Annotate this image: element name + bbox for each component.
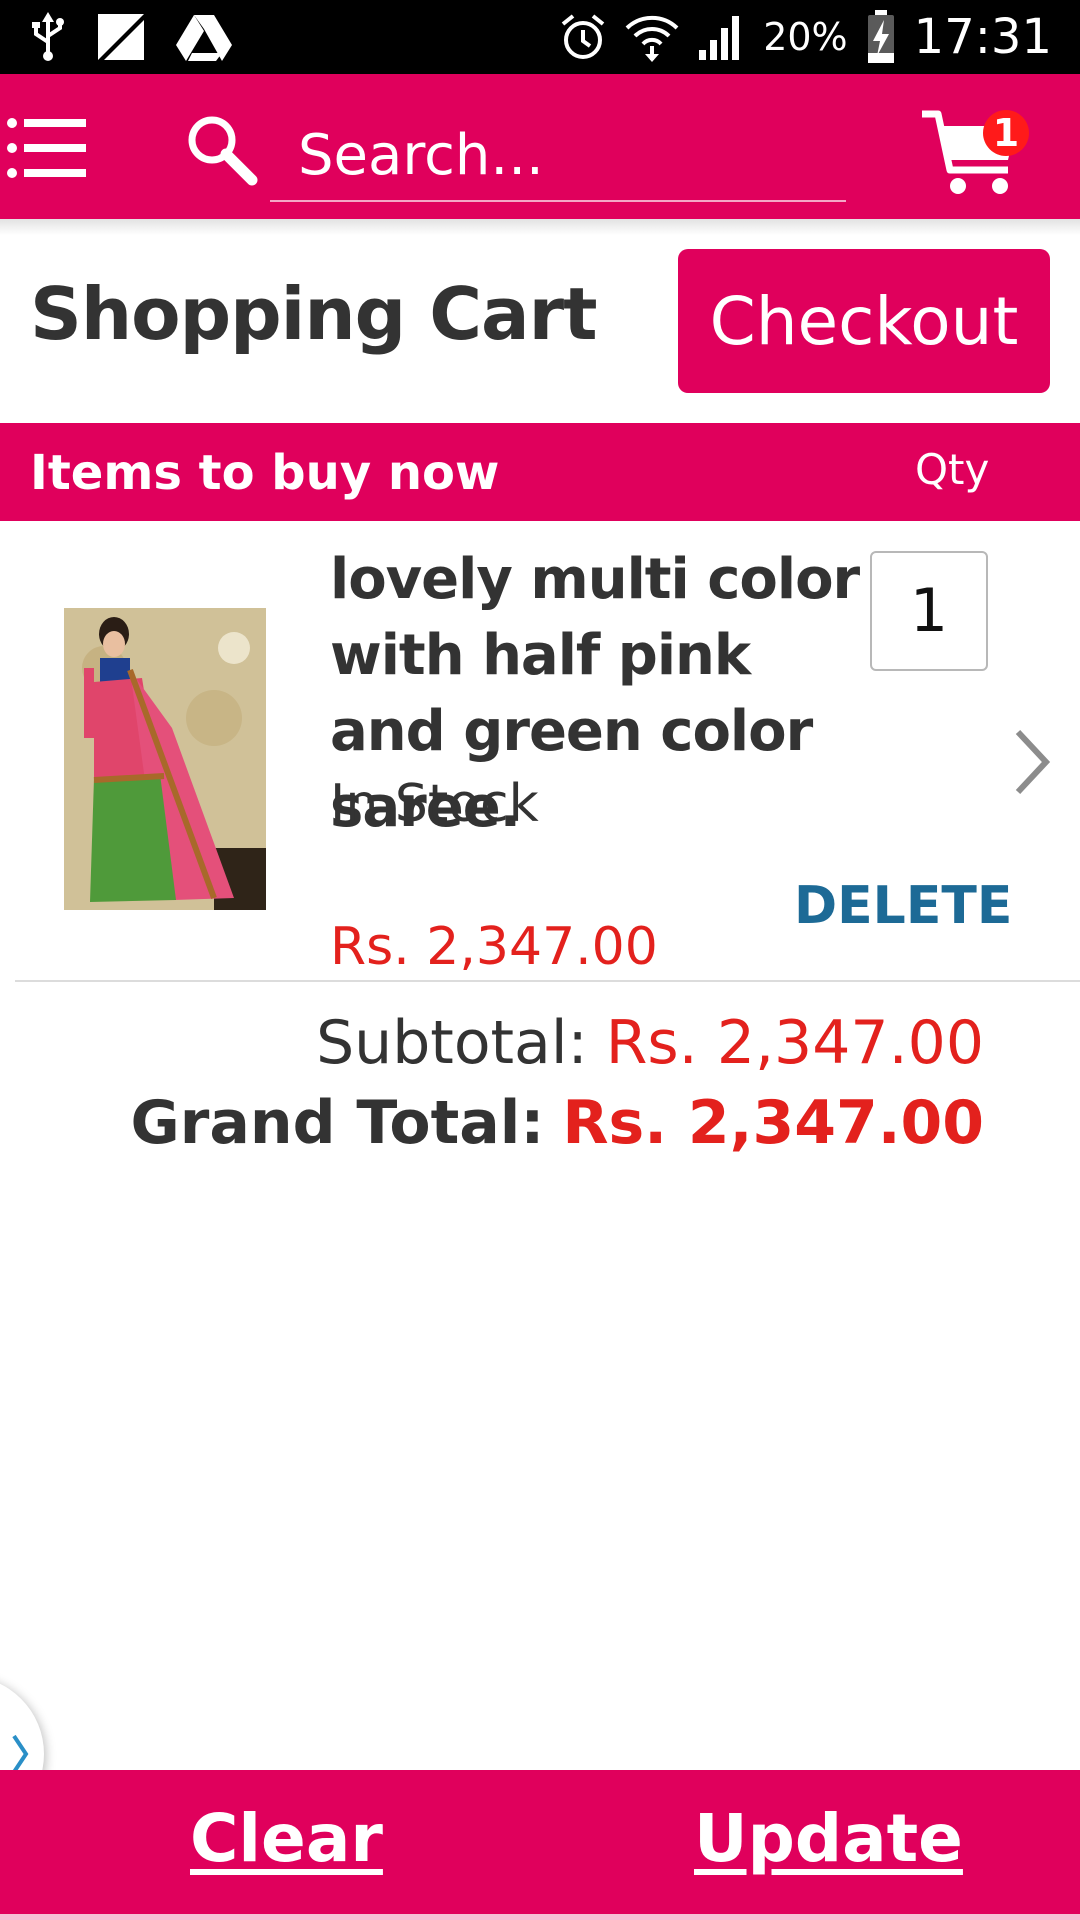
menu-button[interactable]	[4, 116, 88, 180]
chevron-right-icon[interactable]	[1012, 728, 1052, 796]
search-field[interactable]	[270, 110, 846, 202]
grand-total-label: Grand Total:	[130, 1088, 545, 1158]
page-title: Shopping Cart	[30, 272, 598, 356]
wifi-icon	[625, 12, 679, 62]
chevron-right-small-icon	[12, 1734, 29, 1774]
drive-icon	[176, 13, 232, 61]
update-button[interactable]: Update	[694, 1800, 963, 1877]
item-price: Rs. 2,347.00	[330, 917, 658, 977]
checkout-button[interactable]: Checkout	[678, 249, 1050, 393]
battery-percent: 20%	[763, 15, 848, 59]
grand-total-row: Grand Total: Rs. 2,347.00	[131, 1088, 984, 1158]
menu-icon	[4, 118, 88, 184]
subtotal-label: Subtotal:	[316, 1008, 588, 1078]
battery-charging-icon	[866, 10, 896, 64]
signal-icon	[697, 12, 745, 62]
usb-icon	[30, 12, 66, 62]
cart-count-badge: 1	[983, 110, 1029, 156]
qty-column-label: Qty	[915, 445, 990, 494]
delete-button[interactable]: DELETE	[794, 876, 1012, 936]
clock: 17:31	[913, 9, 1052, 65]
section-header: Items to buy now Qty	[0, 423, 1080, 521]
app-bar-shadow	[0, 219, 1080, 235]
divider	[15, 980, 1080, 982]
search-icon[interactable]	[184, 112, 258, 186]
app-bar: 1	[0, 74, 1080, 219]
section-title: Items to buy now	[30, 445, 500, 501]
alarm-icon	[559, 12, 607, 62]
status-bar-right: 20% 17:31	[559, 8, 1052, 66]
subtotal-value: Rs. 2,347.00	[605, 1008, 984, 1078]
clear-button[interactable]: Clear	[190, 1800, 383, 1877]
bottom-action-bar: Clear Update	[0, 1770, 1080, 1914]
stock-status: In Stock	[330, 774, 539, 834]
status-bar: 20% 17:31	[0, 0, 1080, 74]
quantity-input[interactable]	[870, 551, 988, 671]
bottom-bar-edge	[0, 1914, 1080, 1920]
no-sim-icon	[96, 12, 146, 62]
subtotal-row: Subtotal: Rs. 2,347.00	[316, 1008, 984, 1078]
product-image[interactable]	[64, 608, 266, 910]
cart-button[interactable]: 1	[920, 104, 1030, 204]
cart-icon	[920, 110, 1020, 208]
status-bar-left	[30, 10, 232, 64]
search-input[interactable]	[270, 122, 846, 188]
grand-total-value: Rs. 2,347.00	[562, 1088, 984, 1158]
